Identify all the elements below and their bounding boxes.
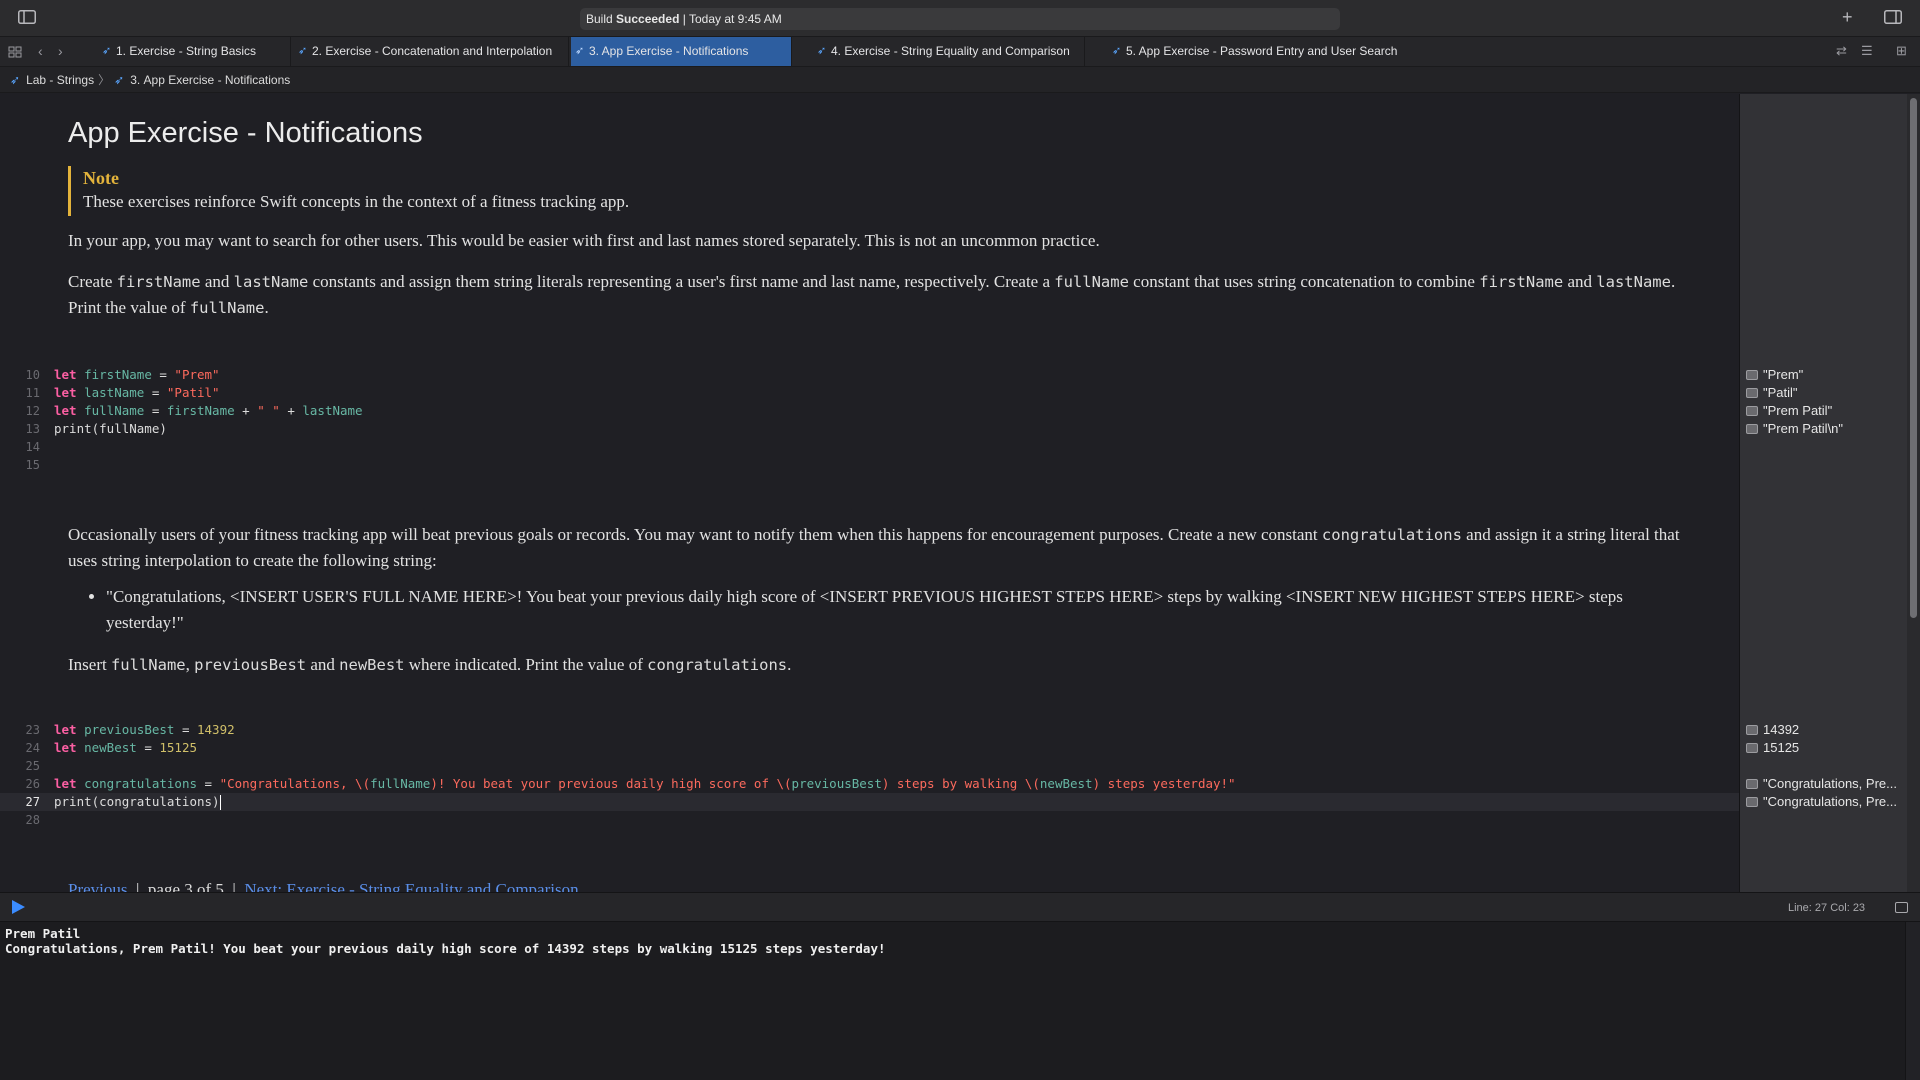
note-callout: Note These exercises reinforce Swift con… <box>68 166 629 216</box>
editor-options-icon[interactable]: ☰ <box>1861 43 1873 59</box>
code-line-current[interactable]: 27 print(congratulations) <box>0 793 1739 811</box>
back-icon[interactable]: ‹ <box>38 43 43 59</box>
console-toggle-icon[interactable] <box>1895 902 1908 913</box>
inspector-toggle-icon[interactable] <box>1884 10 1902 28</box>
code-line[interactable]: 24 let newBest = 15125 <box>0 739 1739 757</box>
swift-file-icon: ➶ <box>102 45 112 57</box>
build-status-time: | Today at 9:45 AM <box>682 12 782 26</box>
tab-label: 5. App Exercise - Password Entry and Use… <box>1126 44 1398 58</box>
result-item[interactable]: "Prem Patil\n" <box>1746 420 1843 438</box>
window-titlebar: Build Succeeded | Today at 9:45 AM + <box>0 0 1920 37</box>
code-line[interactable]: 28 <box>0 811 1739 829</box>
page-title: App Exercise - Notifications <box>68 117 423 149</box>
quick-look-icon[interactable] <box>1746 779 1758 789</box>
run-playground-icon[interactable] <box>12 900 25 914</box>
breadcrumb-separator-icon: 〉 <box>98 73 111 87</box>
editor-scrollbar[interactable] <box>1907 94 1920 892</box>
results-sidebar: "Prem" "Patil" "Prem Patil" "Prem Patil\… <box>1739 94 1907 892</box>
pager-separator: | <box>228 880 241 892</box>
sidebar-toggle-icon[interactable] <box>18 10 36 28</box>
quick-look-icon[interactable] <box>1746 797 1758 807</box>
quick-look-icon[interactable] <box>1746 370 1758 380</box>
code-line[interactable]: 11 let lastName = "Patil" <box>0 384 1739 402</box>
build-status: Build Succeeded | Today at 9:45 AM <box>580 8 1340 30</box>
code-line[interactable]: 15 <box>0 456 1739 474</box>
code-line[interactable]: 10 let firstName = "Prem" <box>0 366 1739 384</box>
console-output[interactable]: Prem Patil Congratulations, Prem Patil! Y… <box>0 922 1905 1080</box>
code-line[interactable]: 13 print(fullName) <box>0 420 1739 438</box>
quick-look-icon[interactable] <box>1746 388 1758 398</box>
tab-notifications[interactable]: ➶ 3. App Exercise - Notifications <box>571 37 792 66</box>
tab-string-basics[interactable]: ➶ 1. Exercise - String Basics <box>98 37 291 66</box>
result-item[interactable]: "Prem" <box>1746 366 1803 384</box>
code-line[interactable]: 14 <box>0 438 1739 456</box>
result-item[interactable]: "Congratulations, Pre... <box>1746 793 1897 811</box>
instruction-paragraph-1: Create firstName and lastName constants … <box>68 272 1676 317</box>
console-scrollbar[interactable] <box>1905 922 1920 1080</box>
tab-password-entry[interactable]: ➶ 5. App Exercise - Password Entry and U… <box>1108 37 1408 66</box>
swift-file-icon: ➶ <box>817 45 827 57</box>
result-item[interactable]: "Congratulations, Pre... <box>1746 775 1897 793</box>
add-editor-icon[interactable]: ⊞ <box>1896 43 1907 59</box>
text-caret <box>219 795 221 810</box>
expected-string-list: "Congratulations, <INSERT USER'S FULL NA… <box>90 584 1700 636</box>
breadcrumb-root[interactable]: Lab - Strings <box>26 73 94 87</box>
tab-label: 1. Exercise - String Basics <box>116 44 257 58</box>
code-line[interactable]: 12 let fullName = firstName + " " + lastN… <box>0 402 1739 420</box>
swift-file-icon: ➶ <box>575 45 585 57</box>
quick-look-icon[interactable] <box>1746 424 1758 434</box>
previous-page-link[interactable]: Previous <box>68 880 128 892</box>
playground-editor[interactable]: App Exercise - Notifications Note These … <box>0 94 1739 892</box>
tab-string-equality[interactable]: ➶ 4. Exercise - String Equality and Comp… <box>813 37 1085 66</box>
tab-label: 3. App Exercise - Notifications <box>589 44 749 58</box>
tab-label: 2. Exercise - Concatenation and Interpol… <box>312 44 553 58</box>
instruction-paragraph-2: Occasionally users of your fitness track… <box>68 525 1680 570</box>
debug-bar: Line: 27 Col: 23 <box>0 892 1920 922</box>
pager-separator: | <box>131 880 144 892</box>
cursor-position: Line: 27 Col: 23 <box>1788 902 1866 914</box>
swap-icon[interactable]: ⇄ <box>1836 43 1847 59</box>
quick-look-icon[interactable] <box>1746 743 1758 753</box>
console-line: Prem Patil <box>5 926 81 941</box>
swift-file-icon: ➶ <box>298 45 308 57</box>
code-line[interactable]: 26 let congratulations = "Congratulations… <box>0 775 1739 793</box>
forward-icon[interactable]: › <box>58 43 63 59</box>
build-status-result: Succeeded <box>616 12 680 26</box>
console-line: Congratulations, Prem Patil! You beat yo… <box>5 941 886 956</box>
tab-concatenation-interpolation[interactable]: ➶ 2. Exercise - Concatenation and Interp… <box>294 37 569 66</box>
swift-file-icon: ➶ <box>114 73 125 87</box>
result-item[interactable]: "Prem Patil" <box>1746 402 1832 420</box>
tab-label: 4. Exercise - String Equality and Compar… <box>831 44 1070 58</box>
code-line[interactable]: 25 <box>0 757 1739 775</box>
result-item[interactable]: "Patil" <box>1746 384 1798 402</box>
result-item[interactable]: 14392 <box>1746 721 1799 739</box>
quick-look-icon[interactable] <box>1746 406 1758 416</box>
playground-icon: ➶ <box>10 73 21 87</box>
note-body: These exercises reinforce Swift concepts… <box>83 192 630 211</box>
next-page-link[interactable]: Next: Exercise - String Equality and Com… <box>244 880 578 892</box>
page-indicator: page 3 of 5 <box>147 880 224 892</box>
tab-bar: ‹ › ➶ 1. Exercise - String Basics ➶ 2. E… <box>0 37 1920 67</box>
page-navigation: Previous | page 3 of 5 | Next: Exercise … <box>68 880 579 892</box>
instruction-paragraph-3: Insert fullName, previousBest and newBes… <box>68 655 792 674</box>
list-item: "Congratulations, <INSERT USER'S FULL NA… <box>106 584 1700 636</box>
breadcrumb: ➶ Lab - Strings 〉 ➶ 3. App Exercise - Notifi… <box>0 67 1920 93</box>
scrollbar-thumb[interactable] <box>1910 98 1917 618</box>
note-title: Note <box>83 168 119 188</box>
code-line[interactable]: 23 let previousBest = 14392 <box>0 721 1739 739</box>
add-icon[interactable]: + <box>1842 8 1853 26</box>
breadcrumb-page[interactable]: 3. App Exercise - Notifications <box>130 73 290 87</box>
intro-paragraph: In your app, you may want to search for … <box>68 231 1100 250</box>
quick-look-icon[interactable] <box>1746 725 1758 735</box>
swift-file-icon: ➶ <box>1112 45 1122 57</box>
result-item[interactable]: 15125 <box>1746 739 1799 757</box>
build-status-prefix: Build <box>586 12 613 26</box>
grid-icon[interactable] <box>8 45 22 61</box>
